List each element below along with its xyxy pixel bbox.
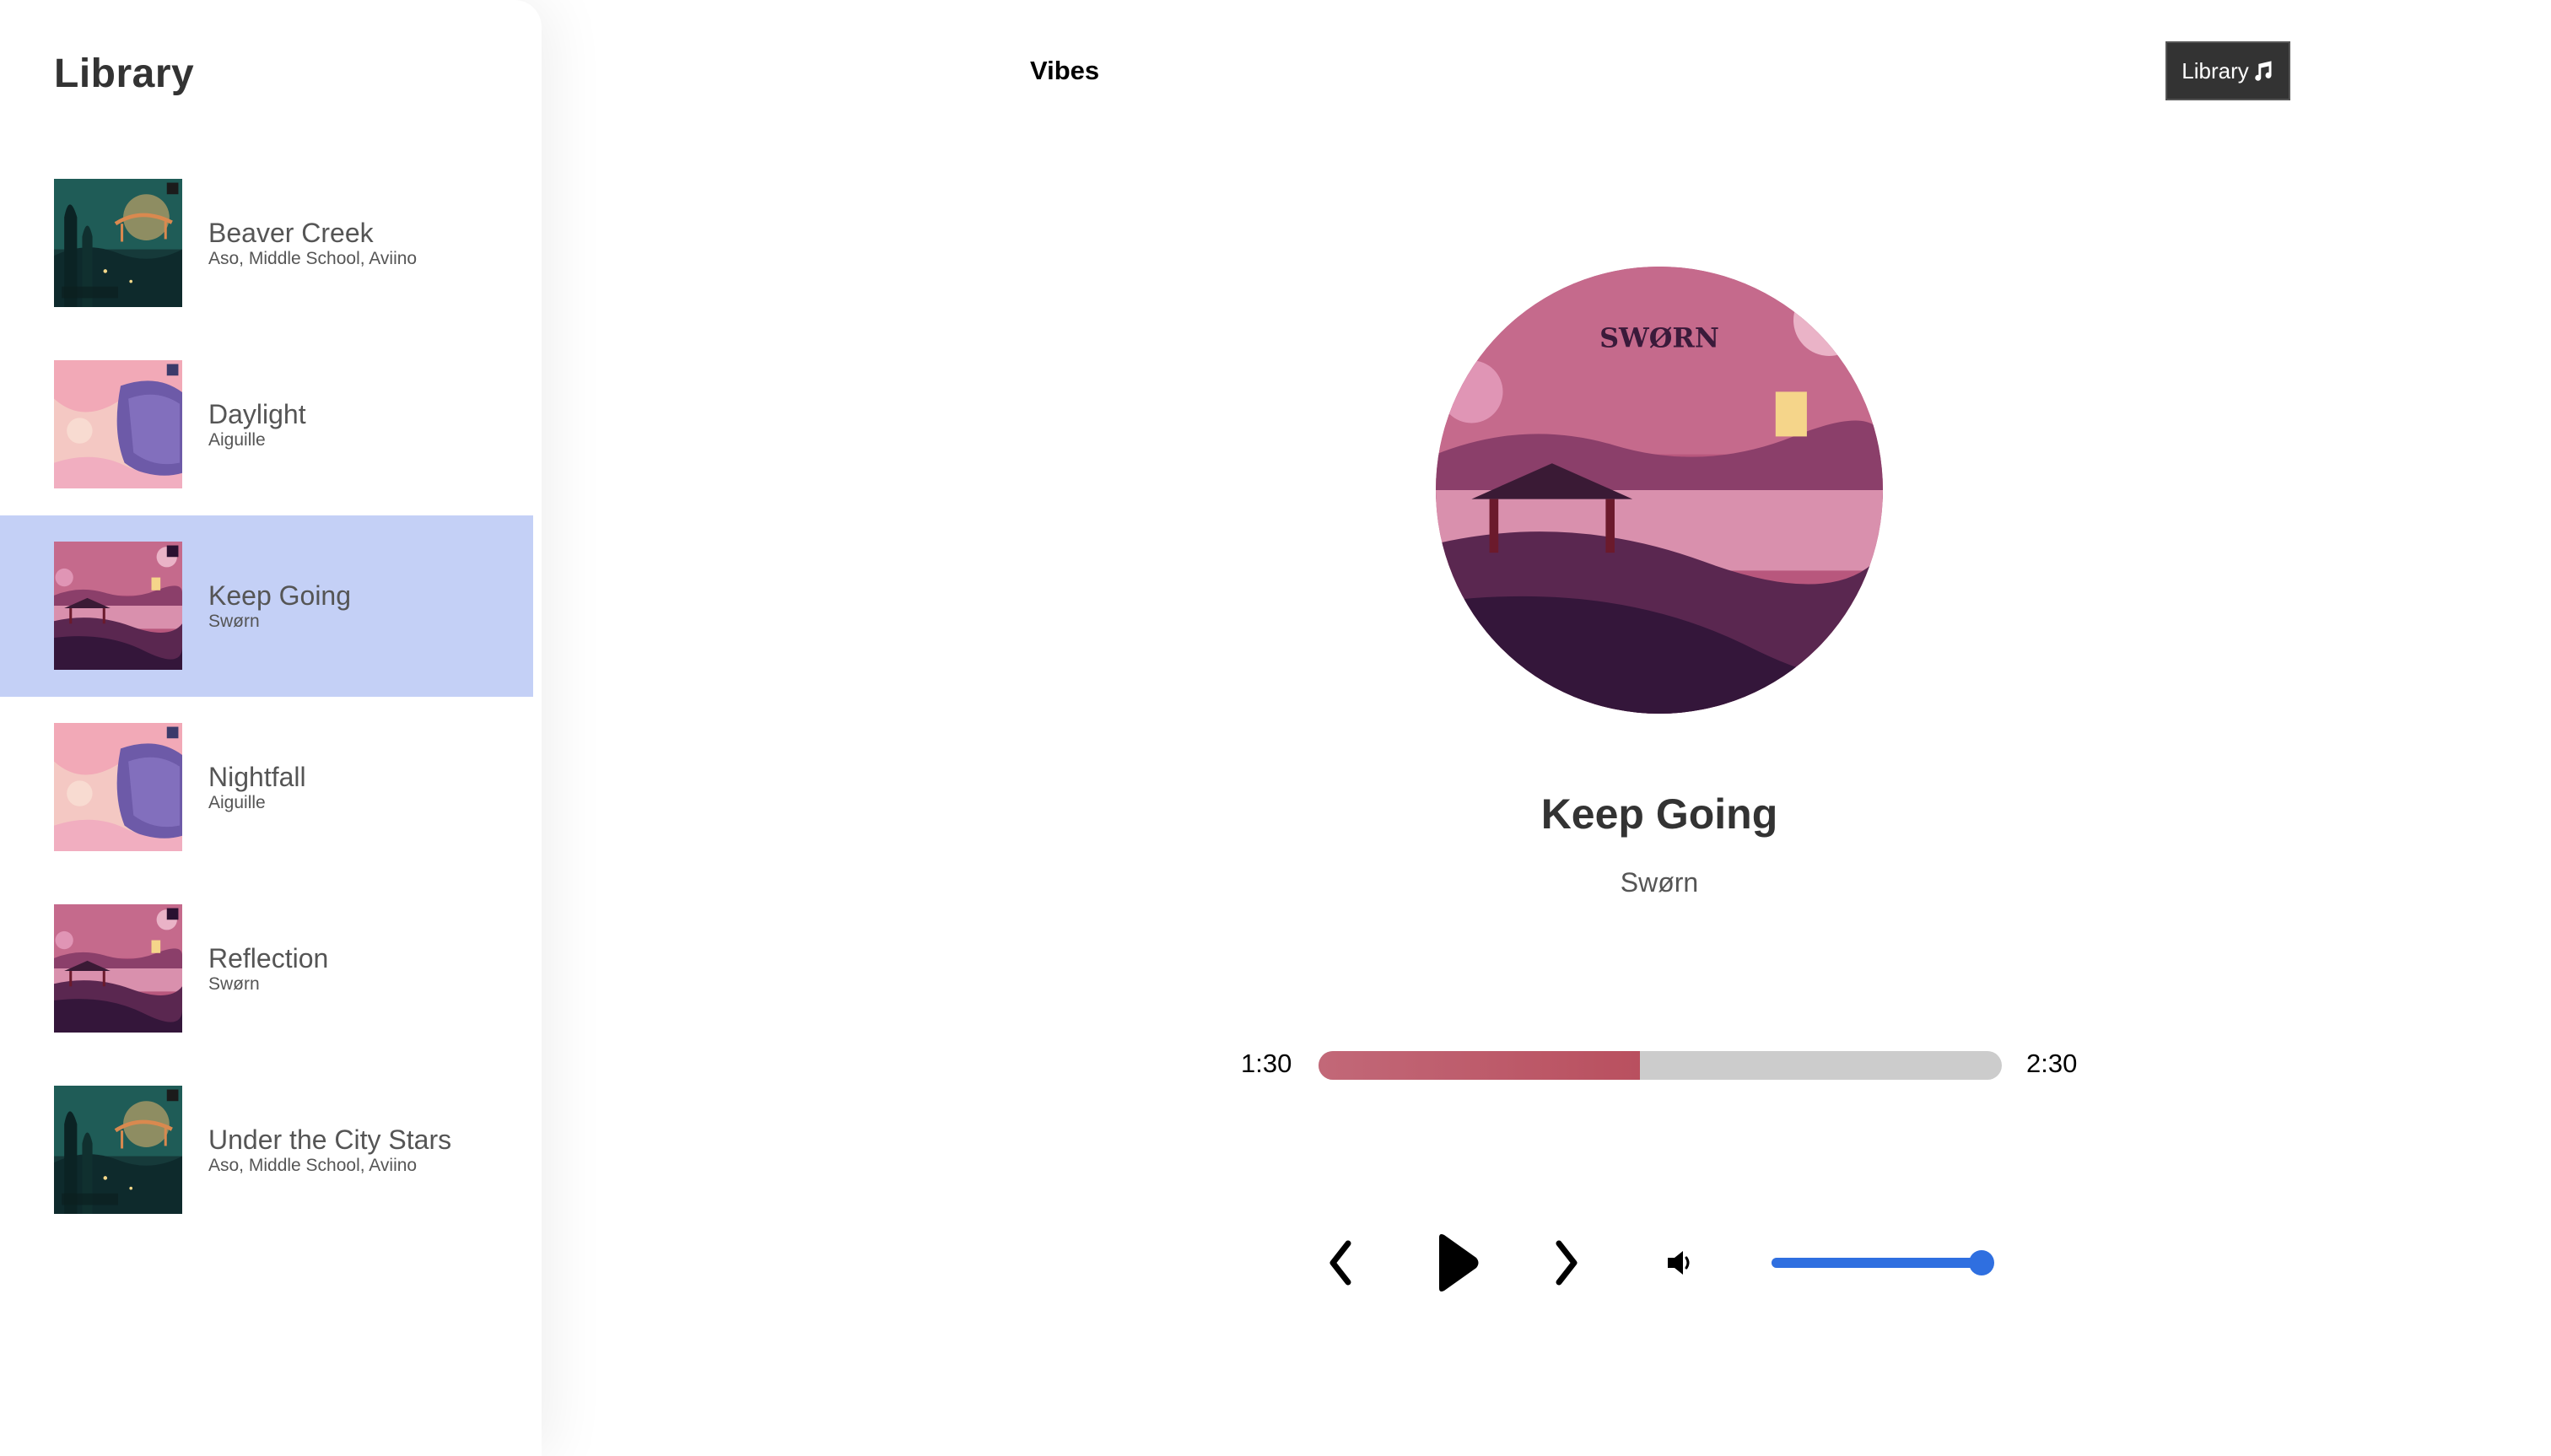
app-brand: Vibes <box>1030 56 1100 85</box>
song-text: Under the City Stars Aso, Middle School, … <box>208 1124 451 1176</box>
album-cover <box>54 723 182 851</box>
song-text: Nightfall Aiguille <box>208 761 306 813</box>
song-name: Nightfall <box>208 762 306 792</box>
volume-thumb[interactable] <box>1968 1250 1994 1275</box>
current-time: 1:30 <box>1241 1049 1292 1078</box>
song-text: Reflection Swørn <box>208 942 328 995</box>
song-text: Beaver Creek Aso, Middle School, Aviino <box>208 217 417 269</box>
song-list: Beaver Creek Aso, Middle School, Aviino Da… <box>0 153 533 1241</box>
song-item[interactable]: Daylight Aiguille <box>0 334 533 515</box>
song-name: Daylight <box>208 399 306 429</box>
song-artist: Aiguille <box>208 430 266 450</box>
song-item[interactable]: Nightfall Aiguille <box>0 697 533 878</box>
library-toggle-label: Library <box>2182 57 2249 84</box>
song-artist: Swørn <box>208 612 260 631</box>
play-button[interactable] <box>1429 1229 1483 1297</box>
speaker-icon[interactable] <box>1664 1248 1695 1278</box>
previous-button[interactable] <box>1321 1233 1358 1292</box>
song-name: Beaver Creek <box>208 218 374 248</box>
chevron-right-icon <box>1556 1240 1578 1286</box>
album-cover <box>54 360 182 488</box>
next-button[interactable] <box>1549 1233 1586 1292</box>
song-name: Reflection <box>208 943 329 973</box>
volume-fill <box>1772 1258 1982 1268</box>
progress-bar[interactable] <box>1319 1051 2002 1080</box>
song-artist: Aso, Middle School, Aviino <box>208 249 418 268</box>
song-text: Keep Going Swørn <box>208 580 351 632</box>
song-text: Daylight Aiguille <box>208 398 306 450</box>
now-playing-artist: Swørn <box>1620 867 1699 898</box>
music-note-icon <box>2254 61 2272 81</box>
chevron-left-icon <box>1329 1240 1351 1286</box>
play-icon <box>1439 1234 1479 1292</box>
song-item[interactable]: Beaver Creek Aso, Middle School, Aviino <box>0 153 533 334</box>
song-name: Keep Going <box>208 580 352 611</box>
now-playing-title: Keep Going <box>1540 790 1778 838</box>
volume-slider[interactable] <box>1772 1250 1994 1275</box>
album-cover <box>54 179 182 307</box>
song-artist: Aso, Middle School, Aviino <box>208 1156 418 1175</box>
song-artist: Aiguille <box>208 793 266 812</box>
song-name: Under the City Stars <box>208 1124 452 1155</box>
library-title: Library <box>54 51 195 96</box>
artwork-logo-text: SWØRN <box>1599 322 1719 353</box>
album-cover <box>54 1086 182 1214</box>
song-artist: Swørn <box>208 974 260 994</box>
library-sidebar: Library Beaver Creek Aso, Middle School, … <box>0 0 542 1456</box>
library-toggle-button[interactable]: Library <box>2165 41 2290 100</box>
song-item[interactable]: Reflection Swørn <box>0 878 533 1060</box>
album-cover <box>54 904 182 1033</box>
song-item[interactable]: Under the City Stars Aso, Middle School, … <box>0 1060 533 1241</box>
album-cover <box>54 542 182 670</box>
progress-fill <box>1319 1051 1640 1080</box>
song-item[interactable]: Keep Going Swørn <box>0 515 533 697</box>
now-playing-artwork: SWØRN <box>1436 267 1883 714</box>
total-time: 2:30 <box>2026 1049 2078 1078</box>
